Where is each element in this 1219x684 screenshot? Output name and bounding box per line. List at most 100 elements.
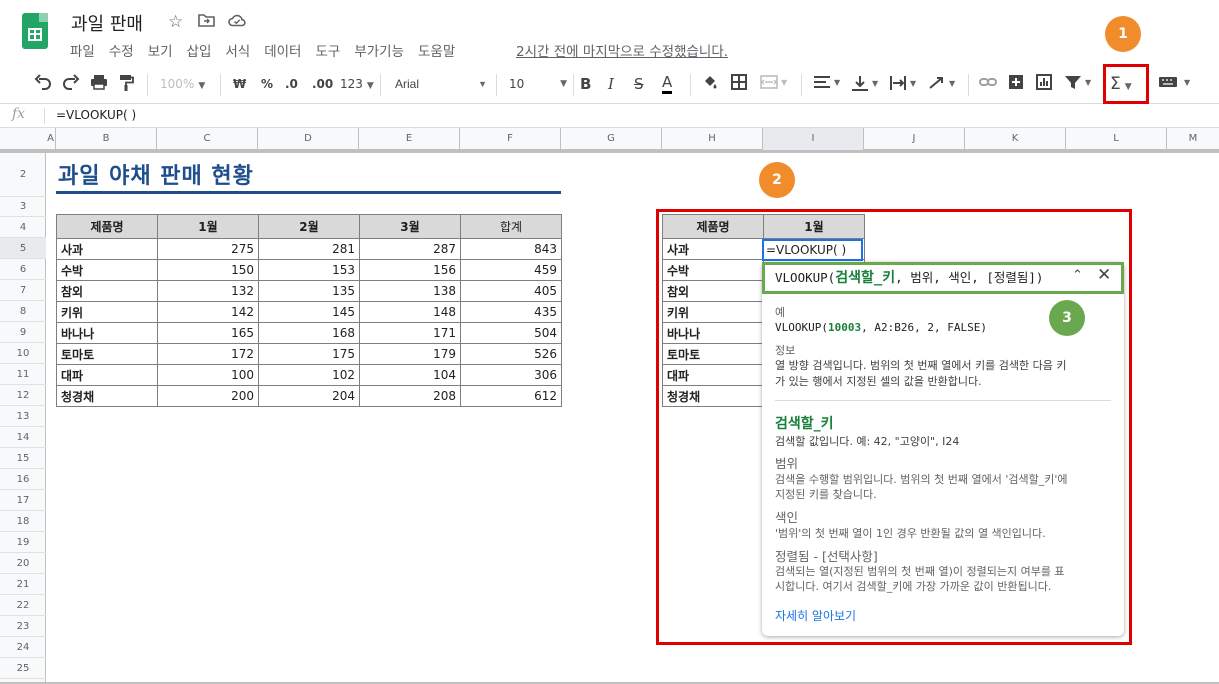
- sheets-logo-icon[interactable]: [22, 13, 48, 49]
- menu-format[interactable]: 서식: [225, 40, 250, 60]
- table-cell[interactable]: 204: [258, 385, 360, 407]
- menu-edit[interactable]: 수정: [109, 40, 134, 60]
- sheet-title[interactable]: 과일 야채 판매 현황: [58, 158, 254, 190]
- table-cell[interactable]: 키위: [56, 301, 158, 323]
- redo-icon[interactable]: [62, 74, 80, 96]
- table-cell[interactable]: 171: [359, 322, 461, 344]
- table-cell[interactable]: 토마토: [56, 343, 158, 365]
- more-formats-select[interactable]: 123 ▼: [340, 74, 374, 96]
- table-cell[interactable]: 100: [157, 364, 259, 386]
- insert-link-icon[interactable]: [979, 74, 997, 96]
- table-cell[interactable]: 175: [258, 343, 360, 365]
- table-cell[interactable]: 132: [157, 280, 259, 302]
- table-cell[interactable]: 135: [258, 280, 360, 302]
- row-header[interactable]: 22: [0, 595, 46, 616]
- font-family-select[interactable]: Arial ▼: [395, 74, 487, 94]
- row-header[interactable]: 16: [0, 469, 46, 490]
- menu-addons[interactable]: 부가기능: [354, 40, 404, 60]
- row-header[interactable]: 13: [0, 406, 46, 427]
- table-cell[interactable]: 179: [359, 343, 461, 365]
- menu-view[interactable]: 보기: [148, 40, 173, 60]
- column-header[interactable]: F: [460, 128, 561, 150]
- row-header[interactable]: 12: [0, 385, 46, 406]
- column-header[interactable]: E: [359, 128, 460, 150]
- table-cell[interactable]: 청경채: [56, 385, 158, 407]
- table-cell[interactable]: 405: [460, 280, 562, 302]
- menu-data[interactable]: 데이터: [264, 40, 301, 60]
- table-cell[interactable]: 참외: [56, 280, 158, 302]
- row-header[interactable]: 6: [0, 259, 46, 280]
- column-header[interactable]: B: [56, 128, 157, 150]
- row-header[interactable]: 18: [0, 511, 46, 532]
- row-header[interactable]: 11: [0, 364, 46, 385]
- percent-format-button[interactable]: %: [261, 74, 273, 94]
- table-cell[interactable]: 281: [258, 238, 360, 260]
- table-cell[interactable]: 843: [460, 238, 562, 260]
- table-cell[interactable]: 104: [359, 364, 461, 386]
- table-cell[interactable]: 200: [157, 385, 259, 407]
- column-header[interactable]: A: [46, 128, 56, 150]
- row-header[interactable]: 17: [0, 490, 46, 511]
- row-header[interactable]: 5: [0, 238, 46, 259]
- column-header[interactable]: G: [561, 128, 662, 150]
- horizontal-align-icon[interactable]: ▼: [813, 74, 843, 96]
- table-cell[interactable]: 168: [258, 322, 360, 344]
- table-cell[interactable]: 145: [258, 301, 360, 323]
- bold-button[interactable]: B: [580, 74, 591, 94]
- column-header[interactable]: J: [864, 128, 965, 150]
- strikethrough-button[interactable]: S: [634, 74, 644, 94]
- italic-button[interactable]: I: [608, 74, 614, 94]
- menu-tools[interactable]: 도구: [315, 40, 340, 60]
- table-cell[interactable]: 바나나: [56, 322, 158, 344]
- row-header[interactable]: 8: [0, 301, 46, 322]
- merge-cells-icon[interactable]: ▼: [760, 74, 788, 96]
- table-cell[interactable]: 대파: [56, 364, 158, 386]
- table-cell[interactable]: 172: [157, 343, 259, 365]
- menu-file[interactable]: 파일: [70, 40, 95, 60]
- frozen-row-divider[interactable]: [0, 150, 1219, 153]
- row-header[interactable]: 9: [0, 322, 46, 343]
- table-cell[interactable]: 208: [359, 385, 461, 407]
- column-header[interactable]: M: [1167, 128, 1219, 150]
- insert-chart-icon[interactable]: [1036, 74, 1052, 96]
- column-header[interactable]: D: [258, 128, 359, 150]
- row-header[interactable]: 2: [0, 153, 46, 197]
- table-cell[interactable]: 138: [359, 280, 461, 302]
- zoom-select[interactable]: 100% ▼: [160, 74, 205, 96]
- table-cell[interactable]: 435: [460, 301, 562, 323]
- borders-icon[interactable]: [731, 74, 747, 96]
- filter-icon[interactable]: ▼: [1064, 74, 1094, 96]
- paint-format-icon[interactable]: [118, 74, 134, 98]
- row-header[interactable]: 23: [0, 616, 46, 637]
- row-header[interactable]: 3: [0, 197, 46, 217]
- increase-decimal-button[interactable]: .00: [312, 74, 333, 94]
- column-header[interactable]: C: [157, 128, 258, 150]
- table-cell[interactable]: 275: [157, 238, 259, 260]
- table-cell[interactable]: 526: [460, 343, 562, 365]
- row-header[interactable]: 21: [0, 574, 46, 595]
- table-cell[interactable]: 165: [157, 322, 259, 344]
- table-cell[interactable]: 612: [460, 385, 562, 407]
- text-color-button[interactable]: A: [662, 74, 673, 94]
- move-folder-icon[interactable]: [198, 12, 215, 32]
- table-cell[interactable]: 102: [258, 364, 360, 386]
- print-icon[interactable]: [90, 74, 108, 96]
- column-header[interactable]: H: [662, 128, 763, 150]
- table-cell[interactable]: 459: [460, 259, 562, 281]
- table-cell[interactable]: 287: [359, 238, 461, 260]
- table-cell[interactable]: 148: [359, 301, 461, 323]
- row-header[interactable]: 25: [0, 658, 46, 679]
- row-header[interactable]: 14: [0, 427, 46, 448]
- table-cell[interactable]: 142: [157, 301, 259, 323]
- table-cell[interactable]: 사과: [56, 238, 158, 260]
- table-cell[interactable]: 150: [157, 259, 259, 281]
- undo-icon[interactable]: [34, 74, 52, 96]
- table-cell[interactable]: 수박: [56, 259, 158, 281]
- text-wrapping-icon[interactable]: ▼: [889, 74, 919, 98]
- table-cell[interactable]: 156: [359, 259, 461, 281]
- currency-format-button[interactable]: ₩: [233, 74, 246, 94]
- formula-input[interactable]: =VLOOKUP( ): [56, 108, 136, 122]
- text-rotation-icon[interactable]: ▼: [928, 74, 958, 98]
- row-header[interactable]: 4: [0, 217, 46, 238]
- table-cell[interactable]: 153: [258, 259, 360, 281]
